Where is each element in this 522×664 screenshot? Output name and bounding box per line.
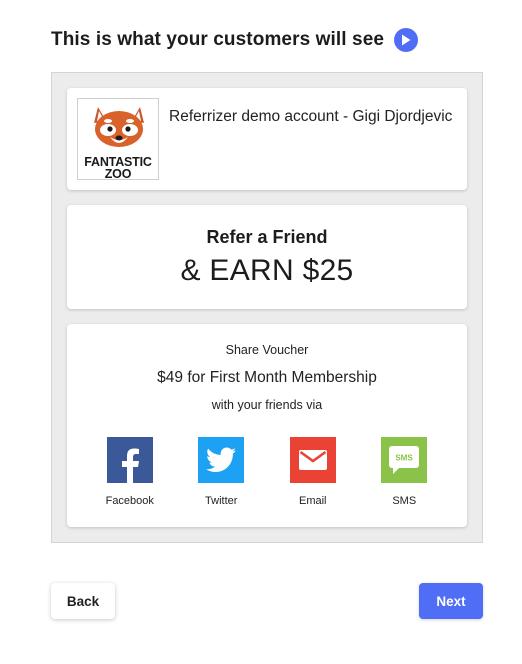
- refer-card: Refer a Friend & EARN $25: [67, 205, 467, 309]
- share-label: Share Voucher: [225, 343, 309, 357]
- email-icon: [289, 437, 336, 483]
- logo-word-zoo: ZOO: [104, 167, 132, 180]
- twitter-icon: [198, 437, 245, 483]
- share-label-twitter: Twitter: [205, 495, 238, 507]
- page: This is what your customers will see FAN…: [0, 0, 522, 664]
- next-button[interactable]: Next: [419, 583, 483, 619]
- account-name: Referrizer demo account - Gigi Djordjevi…: [169, 108, 453, 125]
- refer-reward: & EARN $25: [180, 254, 354, 287]
- share-card: Share Voucher $49 for First Month Member…: [67, 324, 467, 527]
- voucher-offer: $49 for First Month Membership: [157, 369, 377, 386]
- red-panda-icon: [94, 107, 144, 147]
- share-label-sms: SMS: [392, 495, 417, 507]
- share-label-facebook: Facebook: [105, 495, 154, 507]
- play-circle-icon[interactable]: [394, 28, 419, 52]
- customer-preview-panel: FANTASTIC ZOO Referrizer demo account - …: [51, 72, 483, 543]
- page-title: This is what your customers will see: [51, 29, 385, 50]
- facebook-icon: [106, 437, 153, 483]
- back-button[interactable]: Back: [51, 583, 115, 619]
- refer-title: Refer a Friend: [206, 227, 328, 247]
- sms-icon-text: SMS: [396, 454, 414, 463]
- share-twitter-button[interactable]: Twitter: [183, 437, 259, 507]
- sms-icon: SMS: [381, 437, 428, 483]
- share-label-email: Email: [298, 495, 327, 507]
- preview-heading: This is what your customers will see: [51, 28, 419, 52]
- share-subtext: with your friends via: [211, 398, 323, 412]
- play-triangle-icon: [402, 34, 411, 46]
- red-panda-logo: FANTASTIC ZOO: [77, 98, 159, 180]
- share-facebook-button[interactable]: Facebook: [92, 437, 168, 507]
- share-email-button[interactable]: Email: [275, 437, 351, 507]
- share-channels: Facebook Twitter Email SMS SMS: [67, 437, 467, 507]
- account-card: FANTASTIC ZOO Referrizer demo account - …: [67, 88, 467, 190]
- share-sms-button[interactable]: SMS SMS: [366, 437, 442, 507]
